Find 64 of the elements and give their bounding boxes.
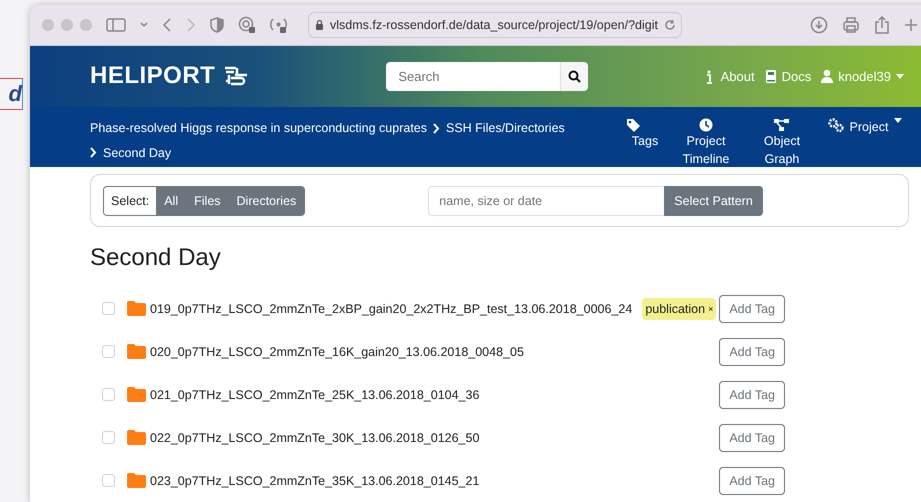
folder-name[interactable]: 023_0p7THz_LSCO_2mmZnTe_35K_13.06.2018_0145_21 bbox=[150, 474, 720, 488]
clock-icon bbox=[699, 118, 713, 132]
checkbox[interactable] bbox=[102, 345, 115, 358]
select-button[interactable]: Directories bbox=[228, 186, 304, 214]
chevron-down-icon[interactable] bbox=[140, 22, 148, 28]
add-tag-button[interactable]: Add Tag bbox=[719, 294, 785, 322]
search-field[interactable]: Search bbox=[386, 62, 560, 91]
folder-icon bbox=[127, 387, 146, 402]
checkbox[interactable] bbox=[102, 388, 115, 401]
plus-icon[interactable] bbox=[904, 18, 918, 32]
folder-icon bbox=[127, 344, 146, 359]
folder-icon bbox=[127, 473, 146, 488]
checkbox[interactable] bbox=[102, 474, 115, 487]
select-button[interactable]: Files bbox=[186, 186, 229, 214]
folder-name[interactable]: 019_0p7THz_LSCO_2mmZnTe_2xBP_gain20_2x2THz_BP_test_13.06.2018_0006_24 bbox=[150, 302, 642, 316]
window-fragment: d bbox=[0, 78, 23, 110]
reload-icon[interactable] bbox=[664, 18, 676, 31]
checkbox[interactable] bbox=[102, 431, 115, 444]
sidebar-icon[interactable] bbox=[106, 16, 126, 33]
gears-icon bbox=[828, 118, 844, 132]
folder-icon bbox=[127, 430, 146, 445]
remove-tag-button[interactable]: × bbox=[708, 304, 714, 314]
project-menu[interactable]: Project bbox=[820, 118, 910, 167]
add-tag-button[interactable]: Add Tag bbox=[719, 424, 785, 452]
back-icon[interactable] bbox=[162, 16, 172, 33]
add-tag-button[interactable]: Add Tag bbox=[719, 380, 785, 408]
chevron-right-icon bbox=[433, 122, 440, 134]
shield-icon[interactable] bbox=[210, 16, 224, 33]
book-icon bbox=[764, 68, 777, 84]
breadcrumb-link[interactable]: SSH Files/Directories bbox=[446, 121, 565, 136]
address-bar[interactable]: vlsdms.fz-rossendorf.de/data_source/project/19/open/?digit bbox=[308, 12, 682, 38]
caret-icon bbox=[894, 118, 902, 123]
breadcrumb-link[interactable]: Phase-resolved Higgs response in superconducting cuprates bbox=[90, 121, 427, 136]
add-tag-button[interactable]: Add Tag bbox=[719, 466, 785, 494]
print-icon[interactable] bbox=[842, 16, 860, 34]
search-icon bbox=[568, 70, 582, 83]
search-button[interactable] bbox=[560, 62, 588, 91]
nav-item[interactable]: Tags bbox=[622, 118, 668, 167]
caret-icon bbox=[896, 74, 904, 79]
select-button[interactable]: All bbox=[156, 186, 186, 214]
nav-item[interactable]: Object Graph bbox=[744, 118, 820, 167]
download-icon[interactable] bbox=[810, 16, 828, 34]
folder-name[interactable]: 021_0p7THz_LSCO_2mmZnTe_25K_13.06.2018_0104_36 bbox=[150, 388, 720, 402]
folder-name[interactable]: 020_0p7THz_LSCO_2mmZnTe_16K_gain20_13.06.2018_0048_05 bbox=[150, 344, 720, 358]
graph-icon bbox=[774, 118, 790, 132]
folder-icon bbox=[127, 301, 146, 316]
chevron-right-icon bbox=[90, 147, 97, 158]
folder-name[interactable]: 022_0p7THz_LSCO_2mmZnTe_30K_13.06.2018_0126_50 bbox=[150, 430, 720, 444]
url-text: vlsdms.fz-rossendorf.de/data_source/project/19/open/?digit bbox=[330, 18, 658, 32]
page-heading: Second Day bbox=[90, 243, 222, 273]
tag-icon bbox=[626, 118, 642, 132]
breadcrumb-current: Second Day bbox=[103, 144, 172, 162]
lock-icon bbox=[315, 19, 324, 30]
brand-logo-text[interactable]: HELIPORT bbox=[90, 62, 216, 90]
pattern-field[interactable]: name, size or date bbox=[428, 186, 664, 216]
checkbox[interactable] bbox=[102, 302, 115, 315]
select-pattern-button[interactable]: Select Pattern bbox=[664, 186, 763, 216]
forward-icon[interactable] bbox=[186, 16, 196, 33]
tag-badge: publication × bbox=[642, 298, 716, 320]
add-tag-button[interactable]: Add Tag bbox=[719, 338, 785, 366]
share-icon[interactable] bbox=[874, 16, 890, 34]
user-icon bbox=[821, 68, 834, 84]
nav-item[interactable]: Project Timeline bbox=[668, 118, 744, 167]
privacy-icon[interactable] bbox=[238, 16, 256, 34]
